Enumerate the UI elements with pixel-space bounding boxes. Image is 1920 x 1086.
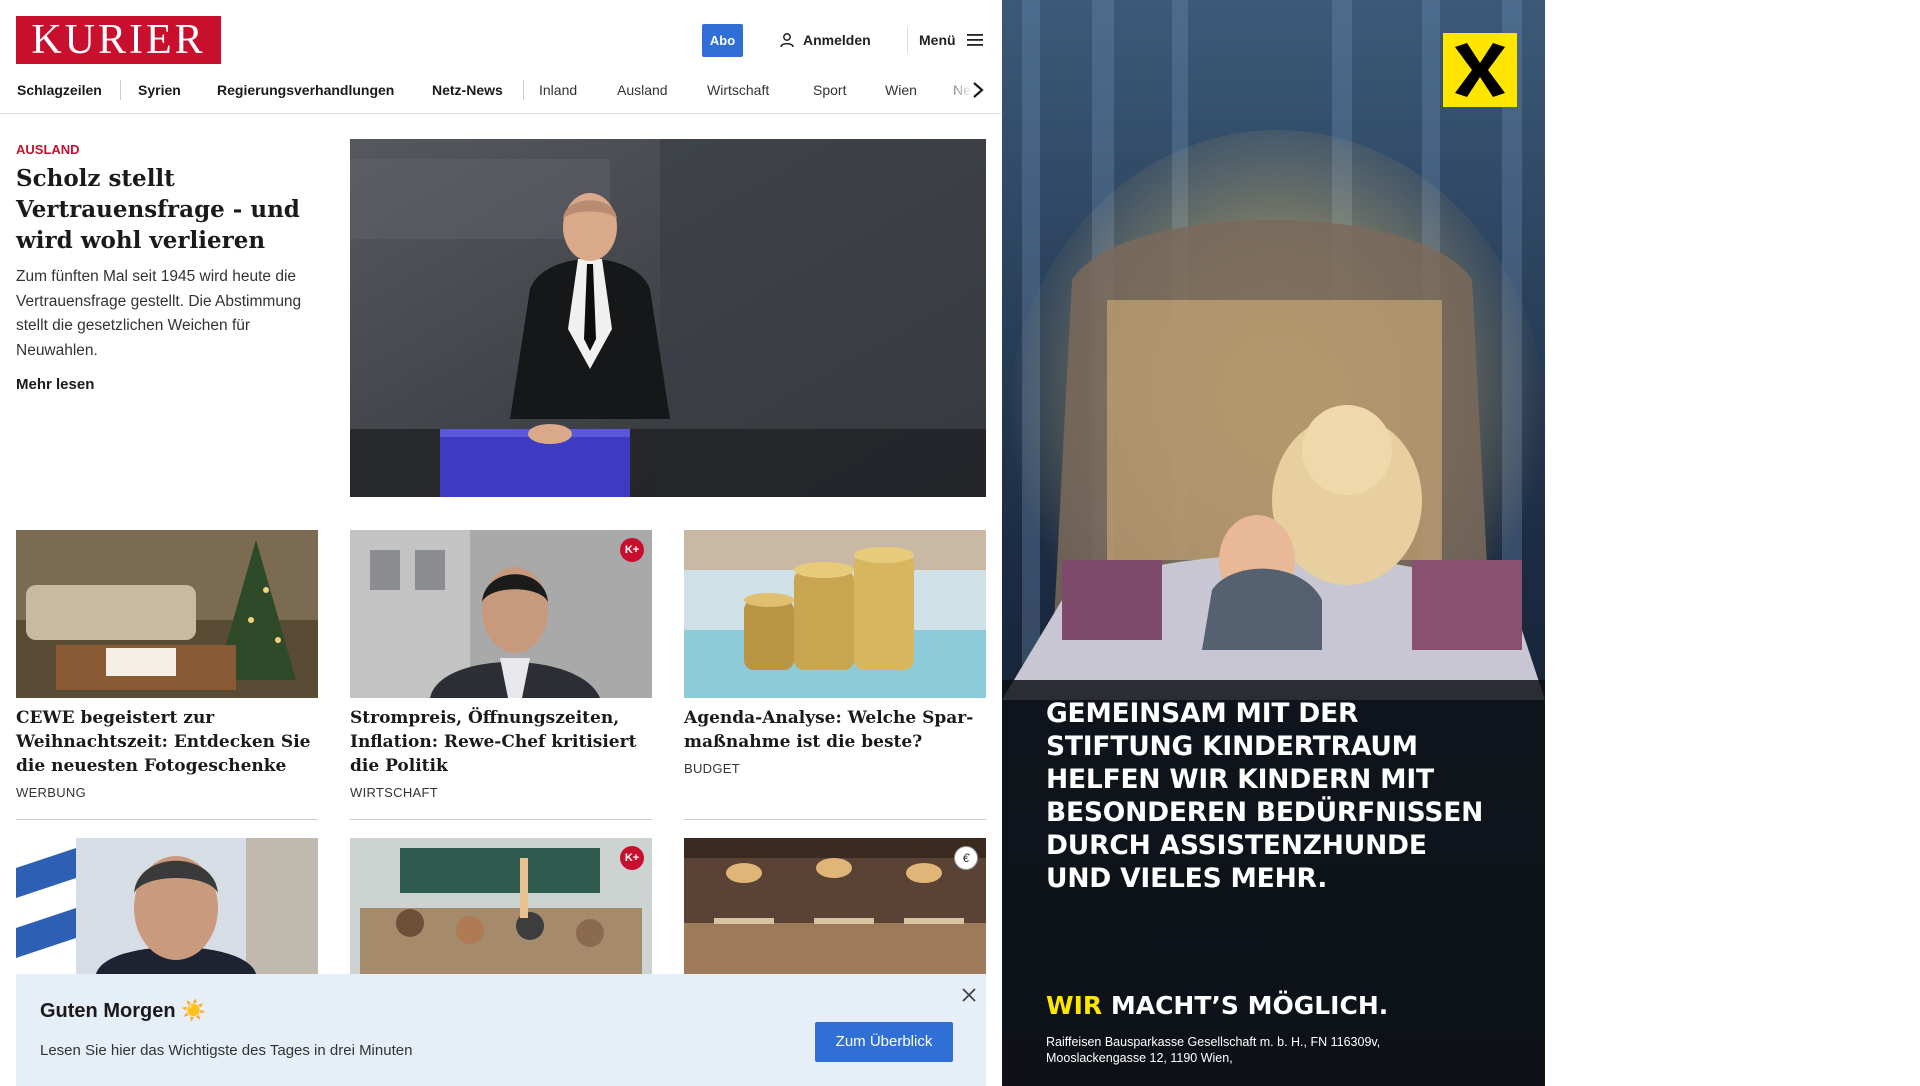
- ad-headline-line: BESONDEREN BEDÜRFNISSEN: [1046, 797, 1484, 828]
- nav-item-sport[interactable]: Sport: [813, 79, 846, 101]
- raiffeisen-logo[interactable]: [1443, 33, 1517, 107]
- euro-badge: €: [954, 846, 978, 870]
- article-card-image[interactable]: K+: [350, 838, 652, 974]
- card-headline[interactable]: CEWE begeistert zur Weihnachts­zeit: Ent…: [16, 706, 318, 778]
- nav-item-wirtschaft[interactable]: Wirtschaft: [707, 79, 769, 101]
- raiffeisen-gable-icon: [1455, 43, 1505, 97]
- ad-legal-line: Raiffeisen Bausparkasse Gesellschaft m. …: [1046, 1035, 1381, 1049]
- nav-item-regierungsverhandlungen[interactable]: Regierungsverhandlungen: [217, 79, 394, 101]
- nav-item-schlagzeilen[interactable]: Schlagzeilen: [17, 79, 102, 101]
- nav-item-syrien[interactable]: Syrien: [138, 79, 181, 101]
- menu-button[interactable]: Menü: [919, 29, 984, 51]
- article-card[interactable]: K+ Strompreis, Öffnungszeiten, Infla­tio…: [350, 530, 652, 800]
- ad-slogan-highlight: WIR: [1046, 991, 1103, 1020]
- card-headline[interactable]: Agenda-Analyse: Welche Spar­maßnahme ist…: [684, 706, 986, 754]
- card-category[interactable]: WERBUNG: [16, 785, 318, 800]
- chevron-right-icon[interactable]: [967, 79, 989, 101]
- card-category[interactable]: WIRTSCHAFT: [350, 785, 652, 800]
- close-icon[interactable]: [958, 984, 980, 1006]
- header-divider: [907, 27, 908, 53]
- user-icon: [780, 33, 794, 48]
- nav-item-inland[interactable]: Inland: [539, 79, 577, 101]
- article-card-image[interactable]: €: [684, 838, 986, 974]
- read-more-link[interactable]: Mehr lesen: [16, 376, 94, 393]
- card-image: [16, 530, 318, 698]
- article-card[interactable]: CEWE begeistert zur Weihnachts­zeit: Ent…: [16, 530, 318, 800]
- overview-button[interactable]: Zum Überblick: [815, 1022, 953, 1062]
- popup-text: Lesen Sie hier das Wichtigste des Tages …: [40, 1042, 413, 1059]
- login-button[interactable]: Anmelden: [779, 29, 871, 51]
- ad-slogan: WIR MACHT’S MÖGLICH.: [1046, 991, 1388, 1020]
- card-divider: [350, 819, 652, 820]
- nav-item-netz-news[interactable]: Netz-News: [432, 79, 503, 101]
- ad-legal-text: Raiffeisen Bausparkasse Gesellschaft m. …: [1046, 1034, 1516, 1066]
- lead-category[interactable]: AUSLAND: [16, 142, 80, 157]
- ad-legal-line: Mooslackengasse 12, 1190 Wien,: [1046, 1051, 1233, 1065]
- card-divider: [684, 819, 986, 820]
- ad-headline-line: DURCH ASSISTENZHUNDE: [1046, 830, 1427, 861]
- section-nav: Schlagzeilen Syrien Regierungsverhandlun…: [0, 77, 1001, 114]
- morning-briefing-popup: Guten Morgen ☀️ Lesen Sie hier das Wicht…: [16, 974, 986, 1086]
- ad-headline: GEMEINSAM MIT DER STIFTUNG KINDERTRAUM H…: [1046, 697, 1516, 895]
- hamburger-icon: [966, 34, 983, 46]
- card-image: [684, 530, 986, 698]
- lead-photo: [350, 139, 986, 497]
- ad-photo: [1002, 0, 1545, 1086]
- card-divider: [16, 819, 318, 820]
- nav-divider: [523, 80, 524, 100]
- ad-headline-line: UND VIELES MEHR.: [1046, 863, 1328, 894]
- card-category[interactable]: BUDGET: [684, 761, 986, 776]
- kurier-logo[interactable]: KURIER: [16, 16, 221, 64]
- nav-item-ausland[interactable]: Ausland: [617, 79, 668, 101]
- menu-label: Menü: [919, 32, 956, 48]
- nav-item-wien[interactable]: Wien: [885, 79, 917, 101]
- card-image: K+: [350, 530, 652, 698]
- article-card[interactable]: Agenda-Analyse: Welche Spar­maßnahme ist…: [684, 530, 986, 776]
- nav-divider: [120, 80, 121, 100]
- premium-badge: K+: [620, 538, 644, 562]
- article-card-image[interactable]: [16, 838, 318, 974]
- abo-button[interactable]: Abo: [702, 24, 743, 57]
- ad-headline-line: STIFTUNG KINDERTRAUM: [1046, 731, 1418, 762]
- lead-headline[interactable]: Scholz stellt Vertrauens­frage - und wir…: [16, 163, 326, 256]
- popup-title: Guten Morgen ☀️: [40, 1000, 207, 1022]
- ad-headline-line: GEMEINSAM MIT DER: [1046, 698, 1359, 729]
- lead-teaser: Zum fünften Mal seit 1945 wird heute die…: [16, 268, 302, 359]
- ad-headline-line: HELFEN WIR KINDERN MIT: [1046, 764, 1434, 795]
- lead-image[interactable]: [350, 139, 986, 497]
- premium-badge: K+: [620, 846, 644, 870]
- raiffeisen-ad[interactable]: GEMEINSAM MIT DER STIFTUNG KINDERTRAUM H…: [1002, 0, 1545, 1086]
- ad-slogan-rest: MACHT’S MÖGLICH.: [1102, 991, 1389, 1020]
- card-headline[interactable]: Strompreis, Öffnungszeiten, Infla­tion: …: [350, 706, 652, 778]
- login-label: Anmelden: [803, 32, 871, 48]
- kurier-site: KURIER Abo Anmelden Menü Schlagzeilen Sy…: [0, 0, 1001, 1086]
